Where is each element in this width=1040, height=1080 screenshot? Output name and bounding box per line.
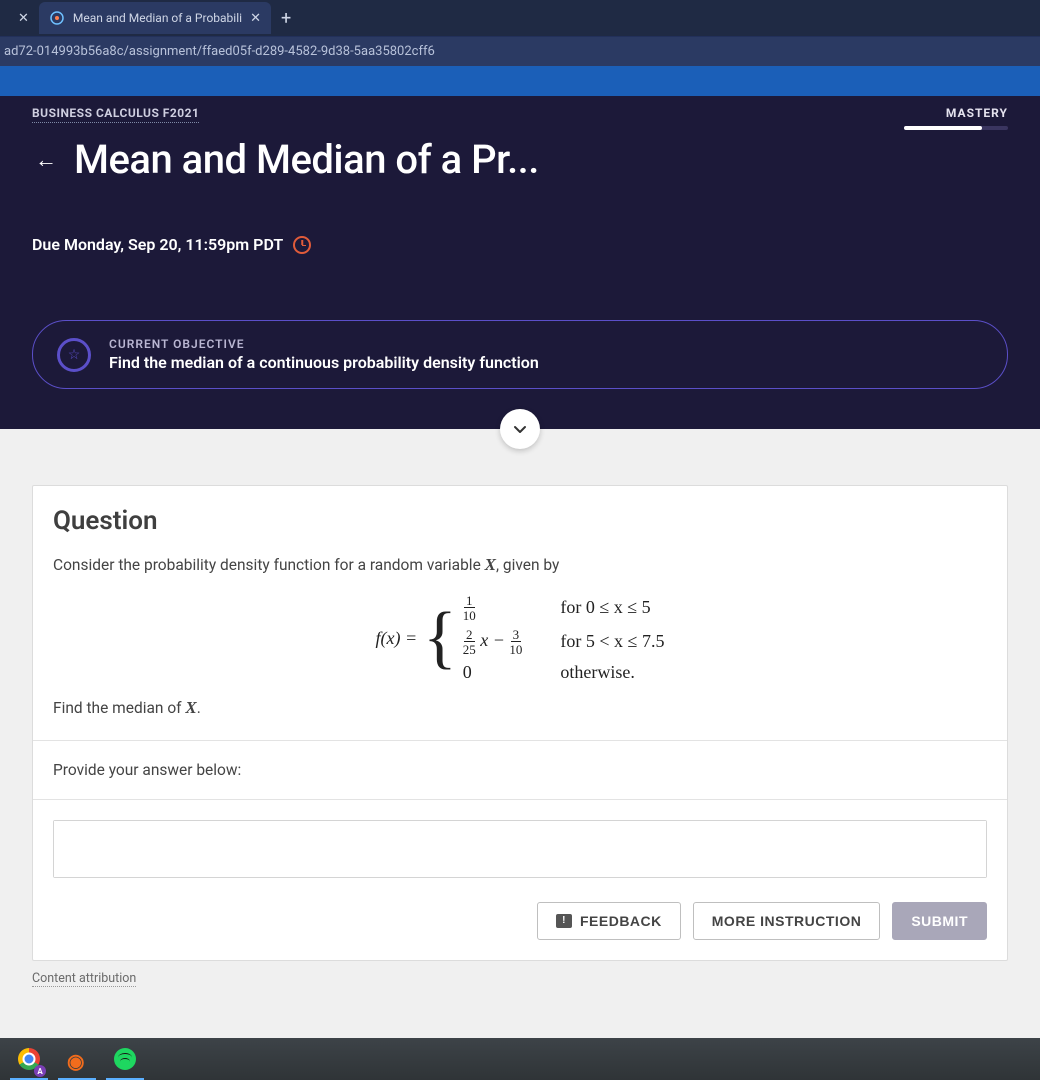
- pw-row3-cond: otherwise.: [560, 662, 664, 683]
- function-lhs: f(x) =: [376, 628, 418, 649]
- due-date-text: Due Monday, Sep 20, 11:59pm PDT: [32, 235, 283, 254]
- left-brace-icon: {: [423, 608, 457, 668]
- content-wrap: Question Consider the probability densit…: [0, 429, 1040, 1007]
- pw-row3-expr: 0: [463, 662, 523, 683]
- feedback-label: FEEDBACK: [580, 913, 662, 929]
- answer-input[interactable]: [54, 821, 986, 877]
- pw-row2-mid: x −: [480, 630, 505, 650]
- close-icon[interactable]: ✕: [18, 11, 29, 26]
- pw-row2-cond: for 5 < x ≤ 7.5: [560, 631, 664, 652]
- objective-label: CURRENT OBJECTIVE: [109, 337, 539, 351]
- address-bar[interactable]: ad72-014993b56a8c/assignment/ffaed05f-d2…: [0, 36, 1040, 66]
- submit-button[interactable]: SUBMIT: [892, 902, 987, 940]
- origin-icon: ◉: [67, 1049, 87, 1069]
- submit-label: SUBMIT: [911, 913, 968, 929]
- answer-input-wrap: [53, 820, 987, 878]
- mastery-block: MASTERY: [904, 106, 1008, 130]
- course-link[interactable]: BUSINESS CALCULUS F2021: [32, 106, 199, 123]
- question-intro: Consider the probability density functio…: [53, 552, 987, 578]
- question-intro-pre: Consider the probability density functio…: [53, 556, 485, 574]
- content-attribution-link[interactable]: Content attribution: [32, 971, 136, 987]
- pw-row1-cond: for 0 ≤ x ≤ 5: [560, 597, 664, 618]
- browser-tab-2[interactable]: Mean and Median of a Probabili ✕: [39, 2, 271, 34]
- browser-tab-strip: ✕ Mean and Median of a Probabili ✕ +: [0, 0, 1040, 36]
- browser-tab-1[interactable]: ✕: [8, 2, 39, 34]
- tab-title: Mean and Median of a Probabili: [73, 11, 242, 25]
- frac-num: 1: [464, 594, 475, 608]
- due-date-row: Due Monday, Sep 20, 11:59pm PDT: [32, 235, 1008, 254]
- answer-area: FEEDBACK MORE INSTRUCTION SUBMIT: [33, 800, 1007, 960]
- question-find-pre: Find the median of: [53, 699, 185, 717]
- question-find-post: .: [197, 699, 201, 717]
- objective-title: Find the median of a continuous probabil…: [109, 353, 539, 372]
- mastery-progress-fill: [904, 126, 982, 130]
- piecewise-function: f(x) = { 110 for 0 ≤ x ≤ 5 225 x − 310 f…: [53, 594, 987, 683]
- frac-den: 25: [463, 642, 476, 656]
- taskbar-origin[interactable]: ◉: [54, 1038, 100, 1080]
- more-instruction-button[interactable]: MORE INSTRUCTION: [693, 902, 881, 940]
- current-objective-pill[interactable]: ☆ CURRENT OBJECTIVE Find the median of a…: [32, 320, 1008, 389]
- expand-objectives-button[interactable]: [500, 409, 540, 449]
- app-top-bar: [0, 66, 1040, 96]
- pw-row1-expr: 110: [463, 594, 523, 622]
- star-icon: ☆: [57, 338, 91, 372]
- taskbar-spotify[interactable]: [102, 1038, 148, 1080]
- feedback-button[interactable]: FEEDBACK: [537, 902, 681, 940]
- url-fragment: ad72-014993b56a8c/assignment/ffaed05f-d2…: [4, 44, 435, 59]
- back-arrow-icon[interactable]: ←: [32, 147, 60, 173]
- question-card: Question Consider the probability densit…: [32, 485, 1008, 961]
- question-section: Question Consider the probability densit…: [33, 486, 1007, 741]
- taskbar-chrome[interactable]: A: [6, 1038, 52, 1080]
- taskbar: A ◉: [0, 1038, 1040, 1080]
- question-heading: Question: [53, 506, 987, 536]
- pw-row2-expr: 225 x − 310: [463, 628, 523, 656]
- question-intro-var: X: [485, 555, 496, 574]
- frac-den: 10: [509, 642, 522, 656]
- question-find: Find the median of X.: [53, 695, 987, 721]
- tab-favicon-icon: [49, 10, 65, 26]
- answer-prompt: Provide your answer below:: [33, 741, 1007, 800]
- question-intro-post: , given by: [496, 556, 559, 574]
- frac-den: 10: [463, 608, 476, 622]
- frac-num: 2: [464, 628, 475, 642]
- mastery-label: MASTERY: [904, 106, 1008, 120]
- close-icon[interactable]: ✕: [250, 11, 261, 26]
- page-title: Mean and Median of a Pr...: [74, 136, 539, 183]
- feedback-icon: [556, 914, 572, 928]
- spotify-icon: [114, 1048, 136, 1070]
- new-tab-button[interactable]: +: [271, 8, 301, 29]
- more-instruction-label: MORE INSTRUCTION: [712, 913, 862, 929]
- clock-icon: [293, 236, 311, 254]
- piecewise-grid: 110 for 0 ≤ x ≤ 5 225 x − 310 for 5 < x …: [463, 594, 665, 683]
- mastery-progress-bar: [904, 126, 1008, 130]
- assignment-header: BUSINESS CALCULUS F2021 MASTERY ← Mean a…: [0, 96, 1040, 429]
- action-button-row: FEEDBACK MORE INSTRUCTION SUBMIT: [53, 902, 987, 940]
- chevron-down-icon: [512, 421, 528, 437]
- question-find-var: X: [185, 698, 196, 717]
- chrome-profile-badge: A: [34, 1065, 46, 1077]
- frac-num: 3: [511, 628, 522, 642]
